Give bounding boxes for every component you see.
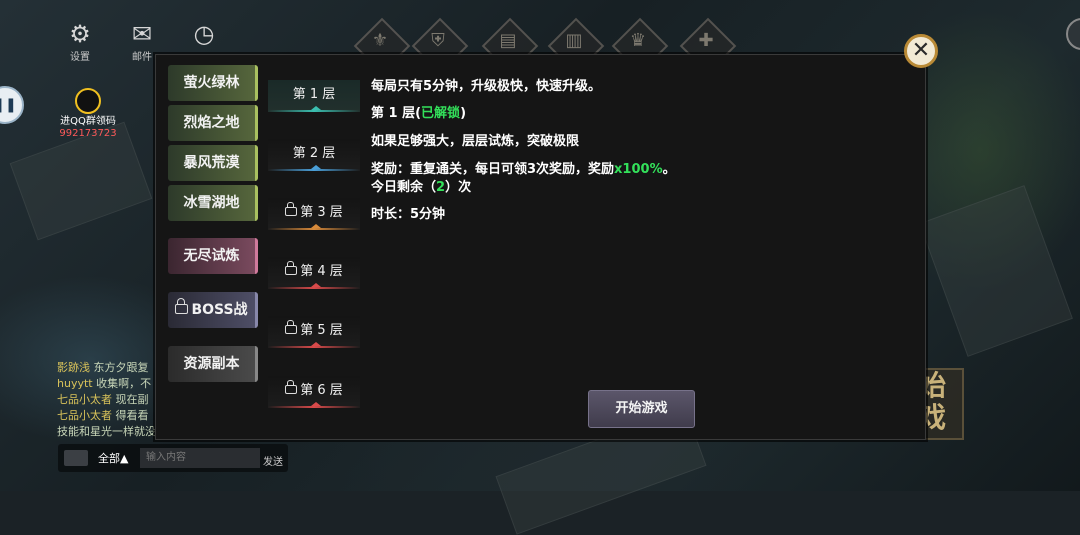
chat-line: 七品小太者 得看看 (57, 409, 149, 422)
mail-icon: ✉ (131, 20, 153, 48)
chat-line: huyytt 收集啊，不 (57, 377, 152, 390)
close-button[interactable]: ✕ (904, 34, 938, 68)
settings-button[interactable]: ⚙ 设置 (60, 20, 100, 63)
settings-label: 设置 (70, 52, 90, 63)
level-tab-2[interactable]: 第 2 层 (268, 139, 360, 171)
clock-icon: ◷ (193, 20, 215, 48)
level-tab-1[interactable]: 第 1 层 (268, 80, 360, 112)
level-tab-5[interactable]: 第 5 层 (268, 316, 360, 348)
reward-multiplier: x100% (614, 162, 663, 177)
category-tab-ice-lake[interactable]: 冰雪湖地 (168, 185, 258, 221)
chat-input-bar: 全部▲ 输入内容 发送 (58, 444, 288, 472)
trophy-icon: ♛ (629, 30, 647, 51)
reward-text: 奖励：重复通关，每日可领3次奖励，奖励x100%。 (371, 162, 676, 177)
chat-input[interactable]: 输入内容 (140, 448, 260, 468)
qq-penguin-icon (75, 88, 101, 114)
duration-text: 时长：5分钟 (371, 207, 446, 222)
gift-icon: ✚ (698, 30, 714, 51)
shield-icon: ⚜ (371, 30, 389, 51)
category-tab-boss[interactable]: BOSS战 (168, 292, 258, 328)
ruin-block (919, 185, 1073, 357)
lock-icon (285, 320, 298, 334)
qq-group-number: 992173723 (59, 128, 117, 139)
chat-line: 影跡浅 东方夕跟复 (57, 361, 149, 374)
chat-channel-select[interactable]: 全部▲ (98, 450, 128, 466)
chat-line: 七品小太者 现在副 (57, 393, 149, 406)
level-tab-6[interactable]: 第 6 层 (268, 376, 360, 408)
chest-icon: ▥ (565, 30, 583, 51)
remaining-count: 2 (436, 180, 446, 195)
close-icon: ✕ (911, 38, 931, 63)
level-description: 如果足够强大，层层试炼，突破极限 (371, 134, 580, 149)
mode-intro-text: 每局只有5分钟，升级极快，快速升级。 (371, 79, 602, 94)
remaining-attempts: 今日剩余（2）次 (371, 180, 472, 195)
lock-icon (285, 202, 298, 216)
gear-icon: ⚙ (69, 20, 91, 48)
chat-line: 技能和星光一样就没 (57, 425, 156, 438)
keyboard-icon[interactable] (64, 450, 88, 466)
level-title: 第 1 层(已解锁) (371, 106, 467, 121)
lock-icon (285, 380, 298, 394)
level-tab-3[interactable]: 第 3 层 (268, 198, 360, 230)
pause-icon: ❚❚ (0, 97, 17, 113)
category-tab-endless-trial[interactable]: 无尽试炼 (168, 238, 258, 274)
category-tab-flame-land[interactable]: 烈焰之地 (168, 105, 258, 141)
category-tab-firefly-forest[interactable]: 萤火绿林 (168, 65, 258, 101)
lock-icon (285, 261, 298, 275)
chat-send-button[interactable]: 发送 (260, 446, 286, 470)
chat-log: 影跡浅 东方夕跟复 huyytt 收集啊，不 七品小太者 现在副 七品小太者 得… (57, 360, 157, 440)
qq-group-label: 进QQ群领码 (60, 116, 116, 127)
scroll-icon: ▤ (499, 30, 517, 51)
start-game-button[interactable]: 开始游戏 (588, 390, 695, 428)
unlock-status: 已解锁 (421, 106, 461, 121)
category-tab-storm-desert[interactable]: 暴风荒漠 (168, 145, 258, 181)
level-tab-4[interactable]: 第 4 层 (268, 257, 360, 289)
category-tab-resource-dungeon[interactable]: 资源副本 (168, 346, 258, 382)
lock-icon (175, 298, 189, 314)
crest-icon: ⛨ (431, 30, 445, 51)
qq-group-promo[interactable]: 进QQ群领码 992173723 (56, 88, 120, 140)
